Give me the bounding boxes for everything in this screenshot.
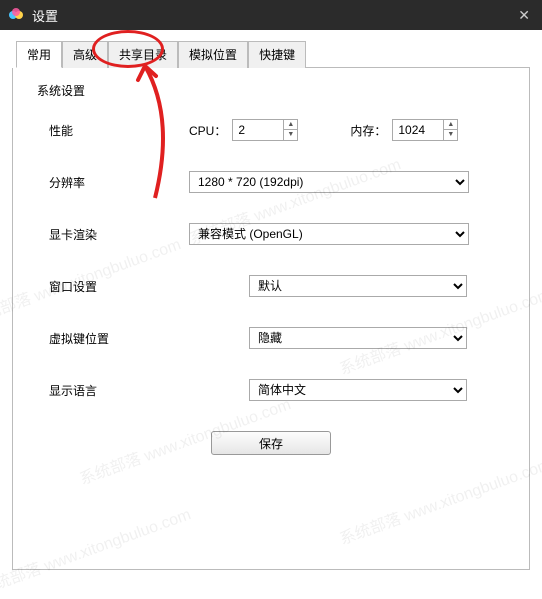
row-resolution: 分辨率 1280 * 720 (192dpi) <box>31 171 511 193</box>
label-lang: 显示语言 <box>49 382 189 399</box>
window-select[interactable]: 默认 <box>249 275 467 297</box>
watermark: 系统部落 www.xitongbuluo.com <box>0 501 194 599</box>
mem-up-icon[interactable]: ▲ <box>444 120 457 130</box>
tabstrip: 常用 高级 共享目录 模拟位置 快捷键 <box>16 40 530 68</box>
cpu-input[interactable] <box>233 120 283 140</box>
label-vkey: 虚拟键位置 <box>49 330 189 347</box>
row-performance: 性能 CPU： ▲▼ 内存： ▲▼ <box>31 119 511 141</box>
watermark: 系统部落 www.xitongbuluo.com <box>336 451 542 550</box>
window-title: 设置 <box>32 6 58 25</box>
cpu-stepper[interactable]: ▲▼ <box>232 119 298 141</box>
cpu-up-icon[interactable]: ▲ <box>284 120 297 130</box>
row-lang: 显示语言 简体中文 <box>31 379 511 401</box>
row-window: 窗口设置 默认 <box>31 275 511 297</box>
vkey-select[interactable]: 隐藏 <box>249 327 467 349</box>
tab-advanced[interactable]: 高级 <box>62 41 108 68</box>
section-title: 系统设置 <box>37 82 511 99</box>
titlebar: 设置 ✕ <box>0 0 542 30</box>
mem-stepper[interactable]: ▲▼ <box>392 119 458 141</box>
save-button[interactable]: 保存 <box>211 431 331 455</box>
row-gpu: 显卡渲染 兼容模式 (OpenGL) <box>31 223 511 245</box>
resolution-select[interactable]: 1280 * 720 (192dpi) <box>189 171 469 193</box>
lang-select[interactable]: 简体中文 <box>249 379 467 401</box>
mem-down-icon[interactable]: ▼ <box>444 130 457 140</box>
cpu-down-icon[interactable]: ▼ <box>284 130 297 140</box>
label-gpu: 显卡渲染 <box>49 226 189 243</box>
tab-location[interactable]: 模拟位置 <box>178 41 248 68</box>
mem-label: 内存： <box>350 122 386 139</box>
gpu-select[interactable]: 兼容模式 (OpenGL) <box>189 223 469 245</box>
app-logo-icon <box>8 7 24 23</box>
tab-shared[interactable]: 共享目录 <box>108 41 178 68</box>
label-performance: 性能 <box>49 122 189 139</box>
close-icon[interactable]: ✕ <box>514 7 534 24</box>
tab-common[interactable]: 常用 <box>16 41 62 68</box>
tab-hotkey[interactable]: 快捷键 <box>248 41 306 68</box>
row-vkey: 虚拟键位置 隐藏 <box>31 327 511 349</box>
label-window: 窗口设置 <box>49 278 189 295</box>
label-resolution: 分辨率 <box>49 174 189 191</box>
settings-panel: 系统设置 性能 CPU： ▲▼ 内存： ▲▼ 分辨率 1 <box>12 68 530 570</box>
cpu-label: CPU： <box>189 122 226 139</box>
mem-input[interactable] <box>393 120 443 140</box>
